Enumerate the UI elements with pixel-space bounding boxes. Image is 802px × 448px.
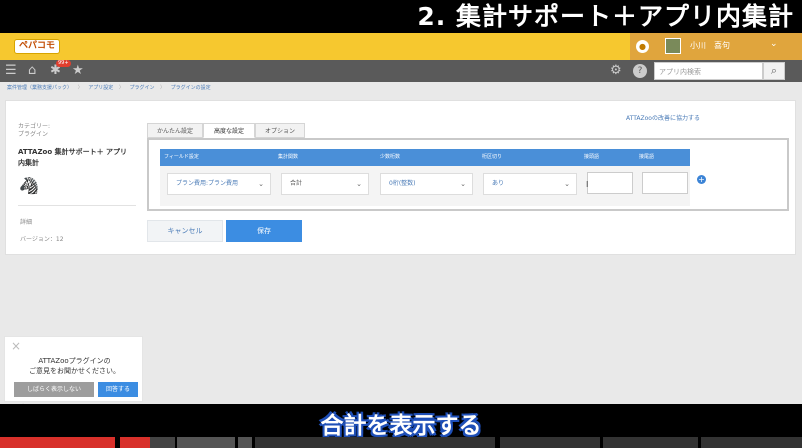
chevron-down-icon[interactable]: ⌄ — [770, 39, 778, 49]
table-header: フィールド設定 集計関数 少数桁数 桁区切り 接頭語 接尾語 — [160, 149, 690, 166]
header-separator: 桁区切り — [482, 154, 503, 160]
gear-icon[interactable]: ⚙ — [610, 63, 622, 79]
top-caption-text: 2. 集計サポート＋アプリ内集計 — [417, 2, 794, 31]
feedback-popup: × ATTAZooプラグインの ご意見をお聞かせください。 しばらく表示しない … — [4, 336, 143, 402]
user-area[interactable]: ● 小川 喜句 ⌄ — [630, 33, 802, 60]
progress-segment — [500, 437, 600, 448]
decimals-select-value: 0桁(整数) — [389, 180, 416, 187]
breadcrumb-separator: 〉 — [77, 85, 83, 91]
cancel-button[interactable]: キャンセル — [147, 220, 223, 242]
save-button[interactable]: 保存 — [226, 220, 302, 242]
progress-segment — [150, 437, 175, 448]
category-value: プラグイン — [18, 131, 49, 138]
advanced-settings-box: フィールド設定 集計関数 少数桁数 桁区切り 接頭語 接尾語 プラン費用:プラン… — [147, 138, 789, 211]
separator-select-value: あり — [492, 180, 505, 187]
breadcrumb-item[interactable]: アプリ設定 — [88, 85, 113, 91]
chevron-down-icon: ⌄ — [564, 180, 570, 188]
close-icon[interactable]: × — [11, 340, 21, 352]
function-select-value: 合計 — [290, 180, 303, 187]
add-row-button[interactable]: + — [697, 175, 706, 184]
tab-advanced[interactable]: 高度な設定 — [203, 123, 255, 138]
plugin-settings-panel: カテゴリー: プラグイン ATTAZoo 集計サポート＋ アプリ内集計 🦓 詳細… — [5, 100, 796, 255]
menu-icon[interactable]: ☰ — [5, 63, 17, 79]
progress-segment — [701, 437, 802, 448]
avatar — [665, 38, 681, 54]
text-cursor-icon: I — [586, 180, 589, 189]
notification-badge: 99+ — [56, 60, 71, 67]
suffix-input[interactable] — [642, 172, 688, 194]
app-header: ペパコモ ● 小川 喜句 ⌄ — [0, 33, 802, 60]
chevron-down-icon: ⌄ — [460, 180, 466, 188]
answer-button[interactable]: 回答する — [98, 382, 138, 397]
notification-icon[interactable]: ● — [636, 40, 649, 53]
breadcrumb: 案件管理（業務支援パック） 〉 アプリ設定 〉 プラグイン 〉 プラグインの設定 — [7, 84, 215, 91]
global-toolbar: ☰ ⌂ ✱ 99+ ★ ⚙ ? アプリ内検索 ⌕ — [0, 60, 802, 82]
zebra-icon: 🦓 — [19, 176, 39, 195]
progress-segment — [238, 437, 252, 448]
field-select[interactable]: プラン費用:プラン費用 ⌄ — [167, 173, 271, 195]
progress-segment — [177, 437, 235, 448]
detail-link[interactable]: 詳細 — [20, 217, 32, 226]
category-label: カテゴリー: — [18, 123, 51, 130]
home-icon[interactable]: ⌂ — [28, 63, 36, 79]
progress-segment — [0, 437, 115, 448]
top-caption-band: 2. 集計サポート＋アプリ内集計 — [0, 0, 802, 33]
search-icon[interactable]: ⌕ — [763, 62, 785, 80]
dont-show-button[interactable]: しばらく表示しない — [14, 382, 94, 397]
tab-simple[interactable]: かんたん設定 — [147, 123, 203, 138]
tab-options[interactable]: オプション — [255, 123, 305, 138]
breadcrumb-item[interactable]: 案件管理（業務支援パック） — [7, 85, 72, 91]
progress-segment — [255, 437, 495, 448]
app-logo[interactable]: ペパコモ — [14, 39, 61, 54]
prefix-input[interactable] — [587, 172, 633, 194]
search-input[interactable]: アプリ内検索 — [654, 62, 763, 80]
plugin-title: ATTAZoo 集計サポート＋ アプリ内集計 — [18, 148, 128, 167]
header-field: フィールド設定 — [164, 154, 199, 160]
sidebar-divider — [18, 205, 136, 206]
field-select-value: プラン費用:プラン費用 — [176, 180, 239, 187]
popup-message-line1: ATTAZooプラグインの — [38, 357, 111, 365]
popup-message-line2: ご意見をお聞かせください。 — [29, 367, 120, 375]
header-suffix: 接尾語 — [639, 154, 655, 160]
plugin-version: バージョン：12 — [20, 236, 64, 243]
user-name: 小川 喜句 — [690, 41, 730, 50]
help-icon[interactable]: ? — [633, 64, 647, 78]
bottom-caption-text: 合計を表示する — [320, 413, 482, 439]
breadcrumb-item: プラグインの設定 — [170, 85, 211, 91]
header-function: 集計関数 — [278, 154, 299, 160]
breadcrumb-separator: 〉 — [118, 85, 124, 91]
separator-select[interactable]: あり ⌄ — [483, 173, 577, 195]
decimals-select[interactable]: 0桁(整数) ⌄ — [380, 173, 473, 195]
plugin-category: カテゴリー: プラグイン — [18, 123, 50, 139]
help-improve-link[interactable]: ATTAZooの改善に協力する — [626, 113, 700, 122]
chevron-down-icon: ⌄ — [258, 180, 264, 188]
progress-segment — [120, 437, 150, 448]
star-icon[interactable]: ★ — [72, 63, 84, 79]
breadcrumb-separator: 〉 — [160, 85, 166, 91]
function-select[interactable]: 合計 ⌄ — [281, 173, 369, 195]
header-decimals: 少数桁数 — [380, 154, 401, 160]
progress-segment — [603, 437, 698, 448]
breadcrumb-item[interactable]: プラグイン — [129, 85, 154, 91]
header-prefix: 接頭語 — [584, 154, 600, 160]
chevron-down-icon: ⌄ — [356, 180, 362, 188]
